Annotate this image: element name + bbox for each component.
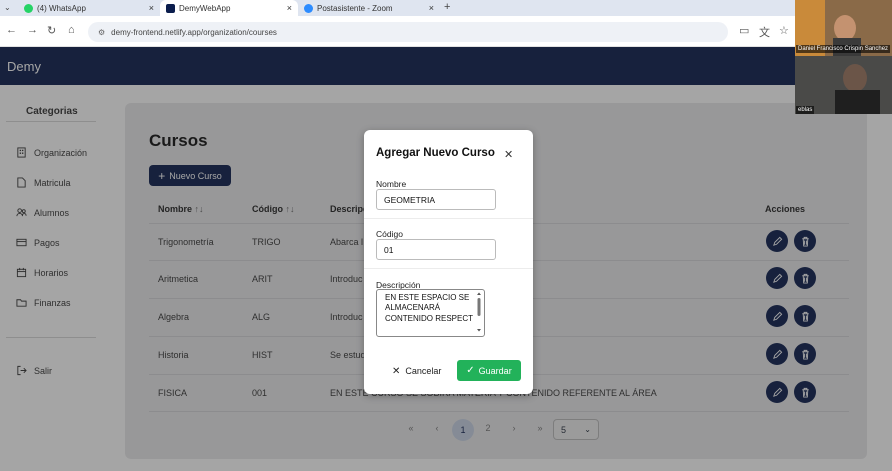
new-tab-icon[interactable]: + (444, 1, 450, 13)
description-textarea[interactable]: EN ESTE ESPACIO SE ALMACENARÁ CONTENIDO … (376, 289, 485, 337)
add-course-dialog (364, 130, 533, 394)
forward-icon[interactable]: → (27, 24, 38, 36)
whatsapp-icon (24, 3, 33, 13)
zoom-icon (304, 3, 313, 13)
home-icon[interactable]: ⌂ (68, 24, 75, 36)
cancel-label: Cancelar (405, 366, 442, 376)
dialog-title: Agregar Nuevo Curso (376, 147, 495, 159)
back-icon[interactable]: ← (6, 24, 17, 36)
video-tile-2[interactable]: eblas (795, 56, 892, 114)
name-label: Nombre (376, 179, 407, 189)
check-icon: ✓ (466, 365, 475, 376)
close-icon[interactable]: ✕ (504, 148, 513, 161)
textarea-scrollbar[interactable] (476, 292, 482, 332)
participant-1-name: Daniel Francisco Crispin Sanchez (796, 45, 891, 53)
site-info-icon[interactable]: ⚙ (98, 28, 105, 37)
code-label: Código (376, 229, 403, 239)
video-tile-1[interactable]: Daniel Francisco Crispin Sanchez (795, 0, 892, 56)
url-text: demy-frontend.netlify.app/organization/c… (111, 27, 277, 37)
tab-title: (4) WhatsApp (37, 3, 86, 13)
close-icon[interactable]: × (287, 3, 292, 13)
save-button[interactable]: ✓ Guardar (457, 360, 521, 381)
url-field[interactable]: ⚙ demy-frontend.netlify.app/organization… (88, 22, 728, 42)
bookmark-star-icon[interactable]: ☆ (779, 24, 789, 37)
close-icon[interactable]: × (429, 3, 434, 13)
close-icon[interactable]: × (149, 3, 154, 13)
tab-whatsapp[interactable]: (4) WhatsApp × (18, 0, 160, 16)
tab-demywebapp[interactable]: DemyWebApp × (160, 0, 298, 16)
cast-icon[interactable]: ▭ (739, 24, 749, 37)
save-label: Guardar (478, 365, 512, 376)
tab-title: DemyWebApp (179, 3, 231, 13)
demy-favicon-icon (166, 3, 175, 13)
tab-list-chevron-icon[interactable]: ⌄ (4, 3, 11, 12)
tab-title: Postasistente - Zoom (317, 3, 393, 13)
tab-zoom[interactable]: Postasistente - Zoom × (298, 0, 440, 16)
reload-icon[interactable]: ↻ (47, 24, 56, 37)
name-field[interactable]: GEOMETRIA (376, 189, 496, 210)
close-icon: ✕ (392, 365, 401, 377)
field-divider (364, 268, 533, 269)
participant-2-name: eblas (796, 106, 815, 114)
cancel-button[interactable]: ✕ Cancelar (392, 361, 448, 381)
translate-icon[interactable]: 文 (759, 24, 770, 40)
field-divider (364, 218, 533, 219)
code-field[interactable]: 01 (376, 239, 496, 260)
